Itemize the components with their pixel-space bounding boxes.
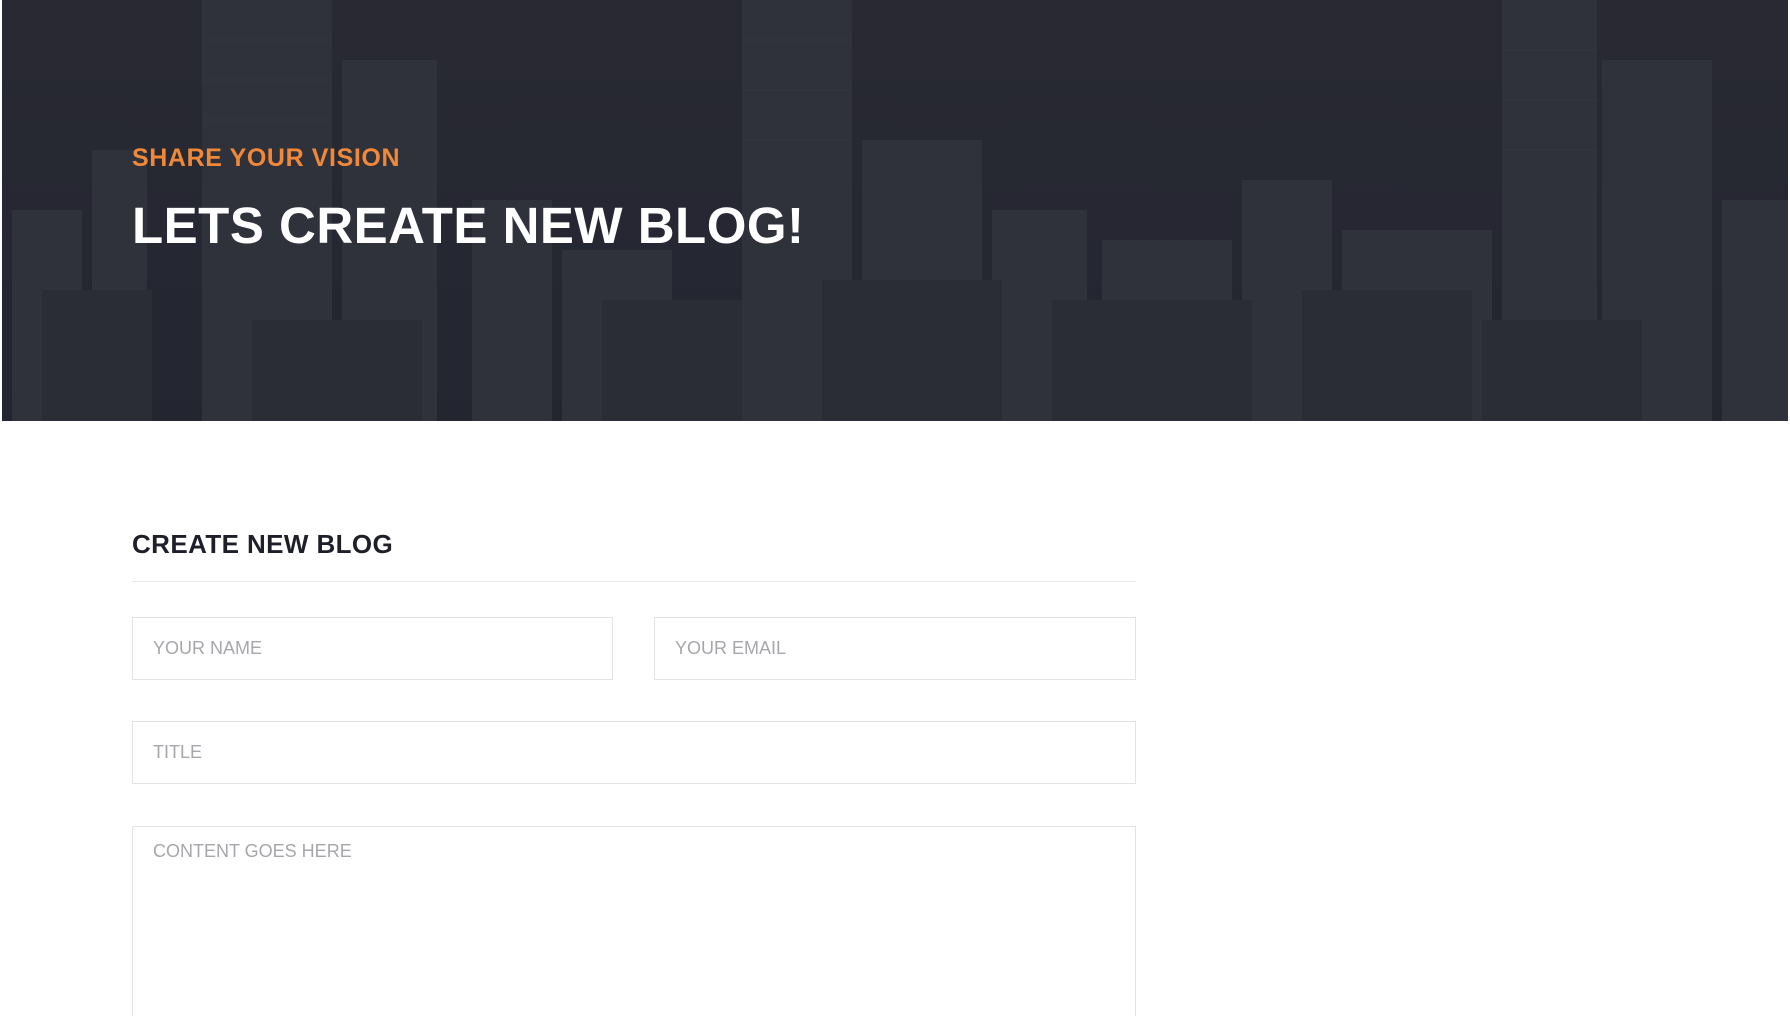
form-heading-divider bbox=[132, 581, 1136, 582]
content-textarea[interactable] bbox=[132, 826, 1136, 1016]
hero-banner: SHARE YOUR VISION LETS CREATE NEW BLOG! bbox=[2, 0, 1788, 421]
email-input[interactable] bbox=[654, 617, 1136, 680]
form-heading: CREATE NEW BLOG bbox=[132, 529, 394, 559]
page: SHARE YOUR VISION LETS CREATE NEW BLOG! … bbox=[0, 0, 1790, 1016]
name-input[interactable] bbox=[132, 617, 613, 680]
hero-eyebrow: SHARE YOUR VISION bbox=[132, 144, 401, 172]
create-blog-form: CREATE NEW BLOG bbox=[132, 528, 1136, 1016]
hero-title: LETS CREATE NEW BLOG! bbox=[132, 197, 805, 254]
title-input[interactable] bbox=[132, 721, 1136, 784]
